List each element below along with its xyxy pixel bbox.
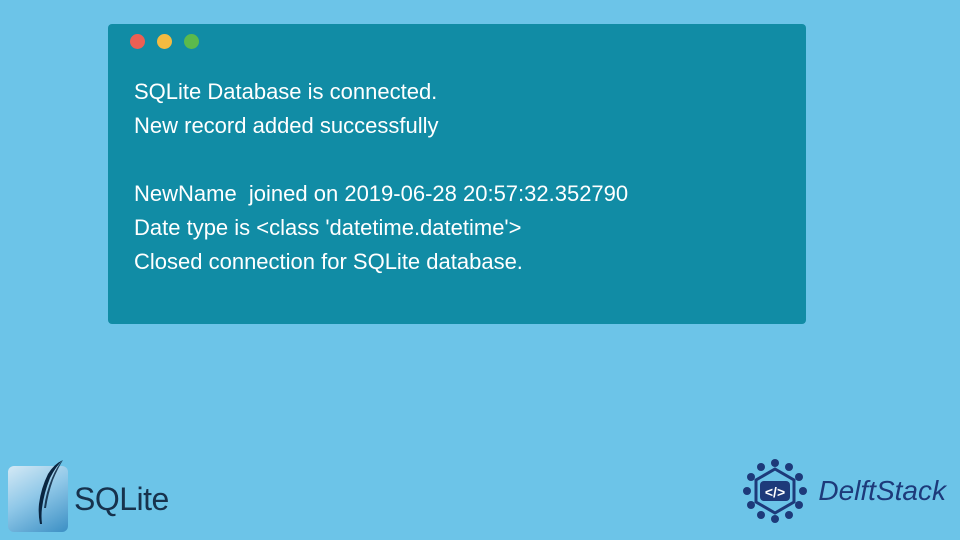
minimize-icon[interactable] xyxy=(157,34,172,49)
sqlite-text: SQLite xyxy=(74,481,169,518)
svg-text:</>: </> xyxy=(765,484,785,500)
terminal-window: SQLite Database is connected. New record… xyxy=(108,24,806,324)
sqlite-logo: SQLite xyxy=(8,466,169,532)
output-line: NewName joined on 2019-06-28 20:57:32.35… xyxy=(134,177,780,211)
delftstack-gear-icon: </> xyxy=(740,456,810,526)
maximize-icon[interactable] xyxy=(184,34,199,49)
close-icon[interactable] xyxy=(130,34,145,49)
output-line: SQLite Database is connected. xyxy=(134,75,780,109)
terminal-content: SQLite Database is connected. New record… xyxy=(108,75,806,279)
delftstack-text: DelftStack xyxy=(818,475,946,507)
feather-icon xyxy=(28,458,68,528)
output-line: Date type is <class 'datetime.datetime'> xyxy=(134,211,780,245)
output-line: Closed connection for SQLite database. xyxy=(134,245,780,279)
sqlite-box-icon xyxy=(8,466,68,532)
window-controls xyxy=(108,34,806,49)
output-line: New record added successfully xyxy=(134,109,780,143)
delftstack-logo: </> DelftStack xyxy=(740,456,946,526)
output-blank-line xyxy=(134,143,780,177)
